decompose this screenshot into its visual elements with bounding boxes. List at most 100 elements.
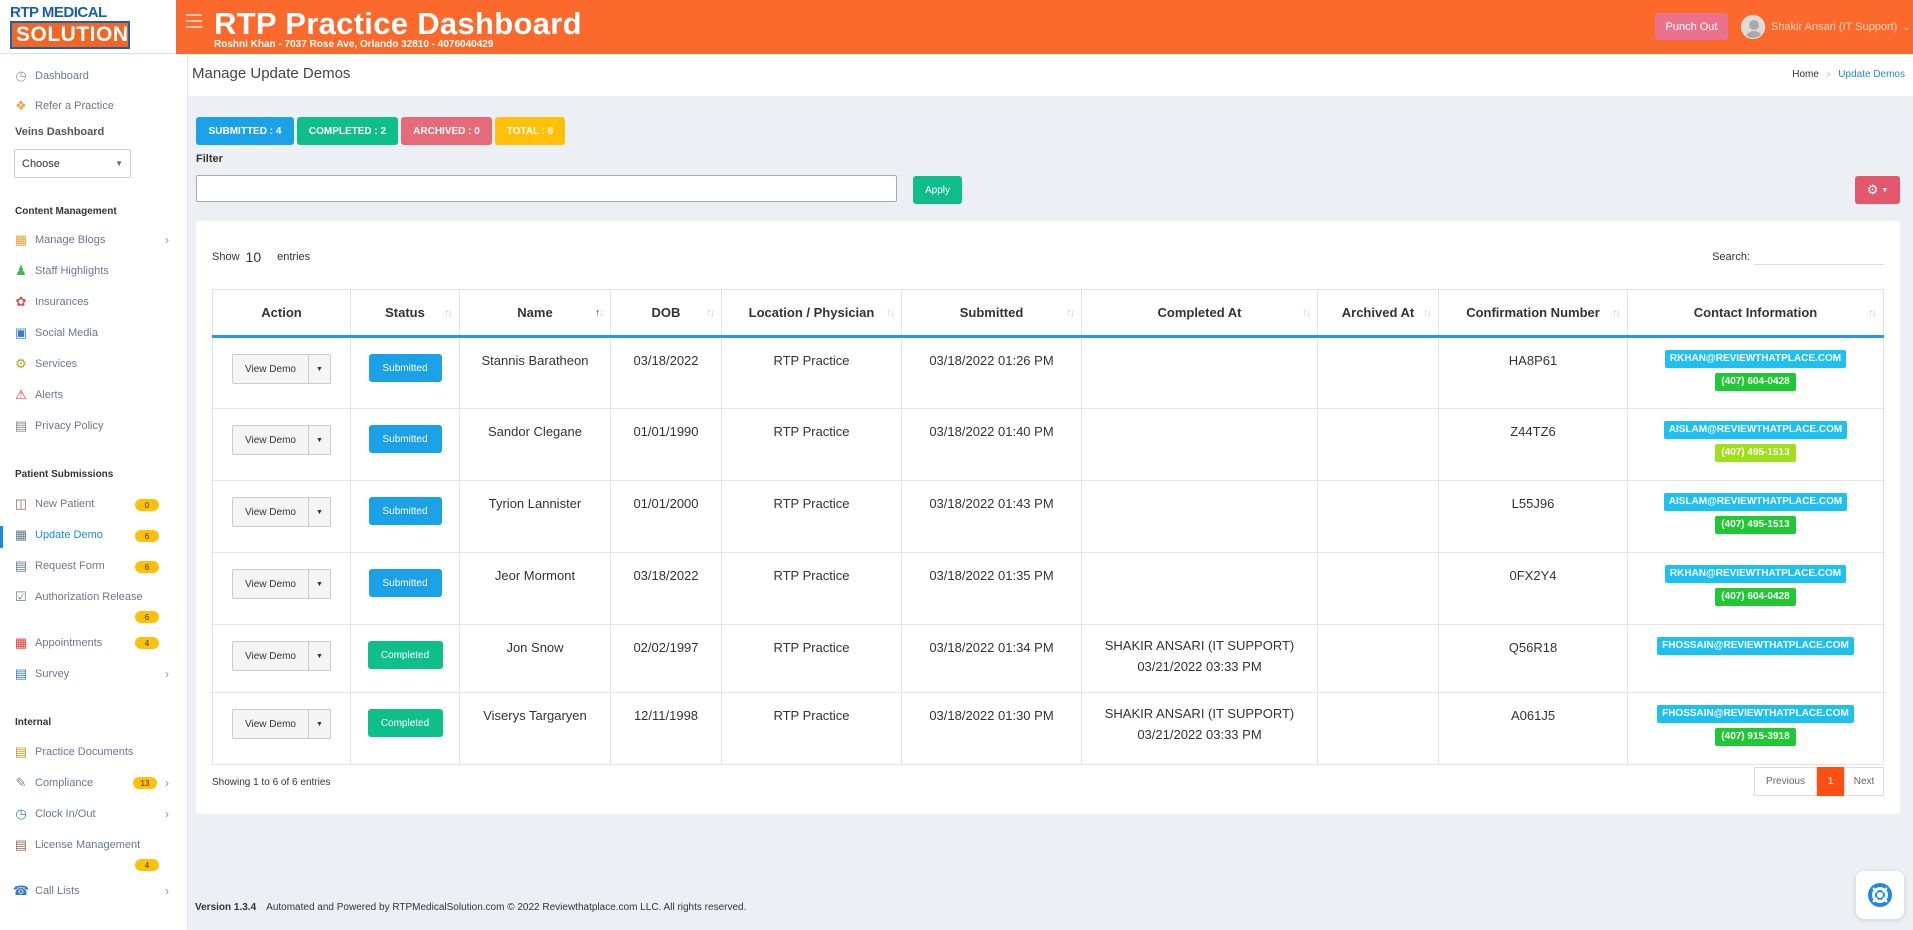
punch-out-button[interactable]: Punch Out (1655, 13, 1728, 40)
sidebar-item-social-media[interactable]: ▣ Social Media (13, 325, 98, 341)
sidebar-item-compliance[interactable]: ✎ Compliance (13, 775, 94, 791)
status-badge[interactable]: Submitted (368, 569, 442, 597)
phone-link[interactable]: (407) 495-1513 (1715, 516, 1796, 534)
status-badge[interactable]: Submitted (368, 354, 442, 382)
caret-down-icon[interactable]: ▼ (309, 709, 331, 739)
sidebar-item-staff-highlights[interactable]: ♟ Staff Highlights (13, 263, 109, 279)
view-demo-button[interactable]: View Demo (232, 497, 309, 527)
view-demo-button[interactable]: View Demo (232, 709, 309, 739)
menu-toggle-icon[interactable] (186, 14, 202, 28)
view-demo-button[interactable]: View Demo (232, 425, 309, 455)
email-link[interactable]: FHOSSAIN@REVIEWTHATPLACE.COM (1657, 705, 1854, 723)
sidebar-item-new-patient[interactable]: ◫ New Patient (13, 496, 94, 512)
sidebar-item-license-management[interactable]: ▤ License Management (13, 837, 140, 853)
cell-status: Completed (350, 692, 460, 765)
archived-count-pill[interactable]: ARCHIVED : 0 (401, 117, 492, 145)
status-badge[interactable]: Submitted (368, 425, 442, 453)
veins-heading: Veins Dashboard (15, 126, 105, 138)
veins-dashboard-select[interactable]: Choose ▼ (14, 149, 131, 178)
apply-button[interactable]: Apply (913, 176, 962, 204)
previous-page-button[interactable]: Previous (1754, 767, 1817, 796)
email-link[interactable]: RKHAN@REVIEWTHATPLACE.COM (1664, 350, 1847, 368)
breadcrumb-home[interactable]: Home (1792, 69, 1819, 80)
cell-completed-at (1081, 408, 1318, 481)
col-location[interactable]: Location / Physician ↑↓ (721, 289, 902, 338)
sidebar-item-update-demo[interactable]: ▦ Update Demo (13, 527, 103, 543)
sidebar-item-dashboard[interactable]: ◷ Dashboard (13, 68, 89, 84)
sidebar-item-practice-documents[interactable]: ▤ Practice Documents (13, 744, 134, 760)
col-confirmation[interactable]: Confirmation Number ↑↓ (1438, 289, 1628, 338)
col-submitted[interactable]: Submitted ↑↓ (901, 289, 1082, 338)
completed-count-pill[interactable]: COMPLETED : 2 (297, 117, 398, 145)
phone-link[interactable]: (407) 915-3918 (1715, 728, 1796, 746)
cell-confirmation: HA8P61 (1438, 336, 1628, 409)
caret-down-icon[interactable]: ▼ (309, 425, 331, 455)
sidebar-item-survey[interactable]: ▤ Survey (13, 666, 69, 682)
caret-down-icon[interactable]: ▼ (309, 497, 331, 527)
social-media-icon: ▣ (14, 325, 28, 340)
col-name[interactable]: Name ↑↓ (459, 289, 611, 338)
caret-down-icon[interactable]: ▼ (309, 354, 331, 384)
sidebar-item-request-form[interactable]: ▤ Request Form (13, 558, 105, 574)
sidebar-item-alerts[interactable]: ⚠ Alerts (13, 387, 63, 403)
sidebar-item-call-lists[interactable]: ☎ Call Lists (13, 883, 80, 899)
email-link[interactable]: FHOSSAIN@REVIEWTHATPLACE.COM (1657, 637, 1854, 655)
col-completed-at[interactable]: Completed At ↑↓ (1081, 289, 1318, 338)
caret-down-icon[interactable]: ▼ (309, 569, 331, 599)
sidebar-item-refer[interactable]: ❖ Refer a Practice (13, 98, 114, 114)
chevron-right-icon: › (165, 884, 169, 898)
dashboard-icon: ◷ (15, 68, 27, 83)
total-count-pill[interactable]: TOTAL : 6 (495, 117, 565, 145)
email-link[interactable]: RKHAN@REVIEWTHATPLACE.COM (1664, 565, 1847, 583)
status-badge[interactable]: Submitted (368, 497, 442, 525)
cell-contact: RKHAN@REVIEWTHATPLACE.COM (407) 604-0428 (1627, 336, 1884, 409)
view-demo-button[interactable]: View Demo (232, 569, 309, 599)
status-badge[interactable]: Completed (367, 709, 443, 737)
entries-select[interactable]: 10 (246, 249, 262, 265)
sidebar-item-privacy-policy[interactable]: ▤ Privacy Policy (13, 418, 104, 434)
cell-confirmation: L55J96 (1438, 480, 1628, 553)
page-1-button[interactable]: 1 (1817, 767, 1844, 796)
col-archived-at[interactable]: Archived At ↑↓ (1317, 289, 1439, 338)
sidebar-item-services[interactable]: ⚙ Services (13, 356, 77, 372)
next-page-button[interactable]: Next (1844, 767, 1884, 796)
phone-link[interactable]: (407) 604-0428 (1715, 588, 1796, 606)
search-input[interactable] (1754, 249, 1884, 265)
phone-link[interactable]: (407) 495-1513 (1715, 444, 1796, 462)
internal-heading: Internal (15, 717, 52, 728)
cell-submitted: 03/18/2022 01:40 PM (901, 408, 1082, 481)
sidebar-item-manage-blogs[interactable]: ▦ Manage Blogs (13, 232, 105, 248)
cell-dob: 01/01/2000 (610, 480, 722, 553)
column-label: Completed At (1157, 305, 1242, 320)
phone-link[interactable]: (407) 604-0428 (1715, 373, 1796, 391)
sidebar-item-clock[interactable]: ◷ Clock In/Out (13, 806, 95, 822)
sidebar-item-insurances[interactable]: ✿ Insurances (13, 294, 89, 310)
cell-location: RTP Practice (721, 408, 902, 481)
caret-down-icon[interactable]: ▼ (309, 641, 331, 671)
table-row: View Demo ▼ Submitted Tyrion Lannister 01… (212, 480, 1884, 553)
sidebar-item-label: License Management (35, 839, 141, 851)
filter-input[interactable] (196, 175, 897, 202)
email-link[interactable]: AISLAM@REVIEWTHATPLACE.COM (1663, 493, 1848, 511)
view-demo-button[interactable]: View Demo (232, 641, 309, 671)
privacy-icon: ▤ (14, 418, 28, 433)
settings-dropdown-button[interactable]: ⚙ ▼ (1855, 176, 1900, 204)
col-status[interactable]: Status ↑↓ (350, 289, 460, 338)
status-badge[interactable]: Completed (367, 641, 443, 669)
sidebar-item-authorization-release[interactable]: ☑ Authorization Release (13, 589, 142, 605)
chevron-right-icon: › (165, 667, 169, 681)
sidebar-item-appointments[interactable]: ▦ Appointments (13, 635, 102, 651)
col-dob[interactable]: DOB ↑↓ (610, 289, 722, 338)
sidebar-item-label: Insurances (35, 296, 89, 308)
cell-location: RTP Practice (721, 336, 902, 409)
column-label: Confirmation Number (1466, 305, 1600, 320)
view-demo-button[interactable]: View Demo (232, 354, 309, 384)
logo[interactable]: RTP MEDICAL SOLUTION (0, 0, 176, 54)
table-row: View Demo ▼ Completed Viserys Targaryen 1… (212, 692, 1884, 765)
email-link[interactable]: AISLAM@REVIEWTHATPLACE.COM (1663, 421, 1848, 439)
col-contact[interactable]: Contact Information ↑↓ (1627, 289, 1884, 338)
help-button[interactable] (1856, 871, 1904, 919)
user-menu[interactable]: Shakir Ansari (IT Support) ⌄ (1741, 15, 1911, 39)
column-label: Submitted (959, 305, 1024, 320)
submitted-count-pill[interactable]: SUBMITTED : 4 (196, 117, 294, 145)
